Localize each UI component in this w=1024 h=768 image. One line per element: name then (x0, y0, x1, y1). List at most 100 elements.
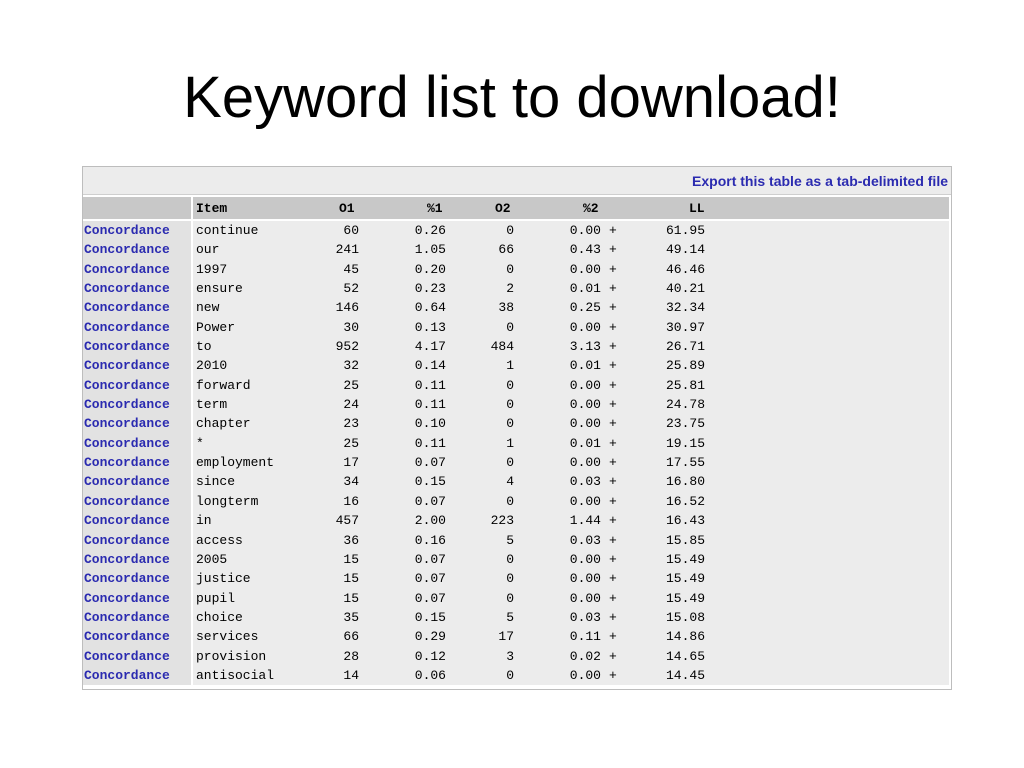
concordance-link[interactable]: Concordance (84, 397, 170, 412)
concordance-cell: Concordance (83, 569, 191, 589)
concordance-cell: Concordance (83, 395, 191, 415)
cell-percent2: 0.43 (569, 242, 601, 258)
concordance-link[interactable]: Concordance (84, 455, 170, 470)
cell-percent1: 0.06 (414, 667, 446, 683)
export-link[interactable]: Export this table as a tab-delimited fil… (692, 173, 948, 189)
cell-ll: 16.52 (665, 493, 705, 509)
cell-percent1: 0.10 (414, 416, 446, 432)
column-header-percent1[interactable]: %1 (427, 201, 443, 216)
cell-sign: + (609, 474, 617, 490)
cell-percent1: 2.00 (414, 513, 446, 529)
cell-item: choice (196, 609, 243, 625)
keyword-table-screenshot: Export this table as a tab-delimited fil… (82, 166, 952, 690)
concordance-link[interactable]: Concordance (84, 223, 170, 238)
cell-item: since (196, 474, 236, 490)
cell-sign: + (609, 551, 617, 567)
concordance-link[interactable]: Concordance (84, 668, 170, 683)
cell-percent2: 0.25 (569, 300, 601, 316)
cell-o2: 1 (506, 358, 514, 374)
concordance-cell: Concordance (83, 298, 191, 318)
cell-sign: + (609, 223, 617, 238)
cell-percent2: 0.00 (569, 377, 601, 393)
cell-o2: 0 (506, 455, 514, 471)
concordance-cell: Concordance (83, 433, 191, 454)
cell-ll: 24.78 (665, 397, 705, 413)
table-row: Concordance new 146 0.64 38 0.25 +32.34 (83, 298, 951, 318)
cell-percent1: 0.14 (414, 358, 446, 374)
column-header-percent2[interactable]: %2 (583, 201, 599, 216)
table-row: Concordance 1997 45 0.20 0 0.00 +46.46 (83, 259, 951, 280)
cell-percent2: 0.01 (569, 435, 601, 451)
column-header-item[interactable]: Item (196, 201, 227, 216)
cell-o1: 25 (343, 435, 359, 451)
column-header-o1[interactable]: O1 (339, 201, 355, 216)
cell-percent1: 0.29 (414, 629, 446, 645)
cell-percent2: 3.13 (569, 339, 601, 355)
cell-ll: 14.65 (665, 648, 705, 664)
cell-o1: 15 (343, 551, 359, 567)
concordance-link[interactable]: Concordance (84, 300, 170, 315)
cell-o1: 36 (343, 532, 359, 548)
cell-sign: + (609, 261, 617, 277)
concordance-link[interactable]: Concordance (84, 552, 170, 567)
concordance-link[interactable]: Concordance (84, 281, 170, 296)
cell-o1: 24 (343, 397, 359, 413)
cell-o2: 0 (506, 667, 514, 683)
cell-o2: 0 (506, 261, 514, 277)
table-row: Concordance services 66 0.29 17 0.11 +14.86 (83, 627, 951, 647)
cell-o2: 0 (506, 493, 514, 509)
concordance-link[interactable]: Concordance (84, 649, 170, 664)
concordance-link[interactable]: Concordance (84, 629, 170, 644)
cell-ll: 40.21 (665, 281, 705, 297)
column-header-o2[interactable]: O2 (495, 201, 511, 216)
cell-o1: 23 (343, 416, 359, 432)
header-main-cell (193, 197, 949, 219)
cell-item: new (196, 300, 220, 316)
cell-percent1: 0.16 (414, 532, 446, 548)
cell-sign: + (609, 648, 617, 664)
cell-percent2: 0.00 (569, 261, 601, 277)
cell-percent1: 0.07 (414, 551, 446, 567)
concordance-link[interactable]: Concordance (84, 320, 170, 335)
cell-sign: + (609, 319, 617, 335)
table-row: Concordance since 34 0.15 4 0.03 +16.80 (83, 472, 951, 492)
cell-percent1: 0.07 (414, 590, 446, 606)
cell-item: 2005 (196, 551, 228, 567)
table-header: Item O1 %1 O2 %2 LL (83, 197, 951, 219)
table-row: Concordance employment 17 0.07 0 0.00 +17.55 (83, 453, 951, 473)
cell-sign: + (609, 300, 617, 316)
concordance-link[interactable]: Concordance (84, 494, 170, 509)
concordance-cell: Concordance (83, 356, 191, 376)
concordance-link[interactable]: Concordance (84, 378, 170, 393)
column-header-ll[interactable]: LL (689, 201, 705, 216)
cell-o2: 0 (506, 416, 514, 432)
concordance-link[interactable]: Concordance (84, 339, 170, 354)
concordance-link[interactable]: Concordance (84, 610, 170, 625)
cell-o2: 0 (506, 319, 514, 335)
cell-item: * (196, 435, 204, 451)
concordance-cell: Concordance (83, 279, 191, 299)
cell-item: forward (196, 377, 251, 393)
cell-percent1: 0.26 (414, 223, 446, 238)
cell-item: employment (196, 455, 275, 471)
concordance-link[interactable]: Concordance (84, 358, 170, 373)
concordance-link[interactable]: Concordance (84, 416, 170, 431)
table-row: Concordance provision 28 0.12 3 0.02 +14.65 (83, 646, 951, 666)
table-row: Concordance longterm 16 0.07 0 0.00 +16.52 (83, 491, 951, 512)
concordance-link[interactable]: Concordance (84, 436, 170, 451)
concordance-link[interactable]: Concordance (84, 262, 170, 277)
cell-ll: 15.85 (665, 532, 705, 548)
concordance-link[interactable]: Concordance (84, 533, 170, 548)
cell-o1: 30 (343, 319, 359, 335)
cell-percent1: 0.11 (414, 435, 446, 451)
concordance-link[interactable]: Concordance (84, 571, 170, 586)
concordance-link[interactable]: Concordance (84, 591, 170, 606)
cell-percent2: 1.44 (569, 513, 601, 529)
concordance-cell: Concordance (83, 491, 191, 512)
concordance-link[interactable]: Concordance (84, 513, 170, 528)
concordance-link[interactable]: Concordance (84, 242, 170, 257)
cell-percent2: 0.00 (569, 590, 601, 606)
concordance-link[interactable]: Concordance (84, 474, 170, 489)
cell-o2: 0 (506, 571, 514, 587)
cell-sign: + (609, 513, 617, 529)
